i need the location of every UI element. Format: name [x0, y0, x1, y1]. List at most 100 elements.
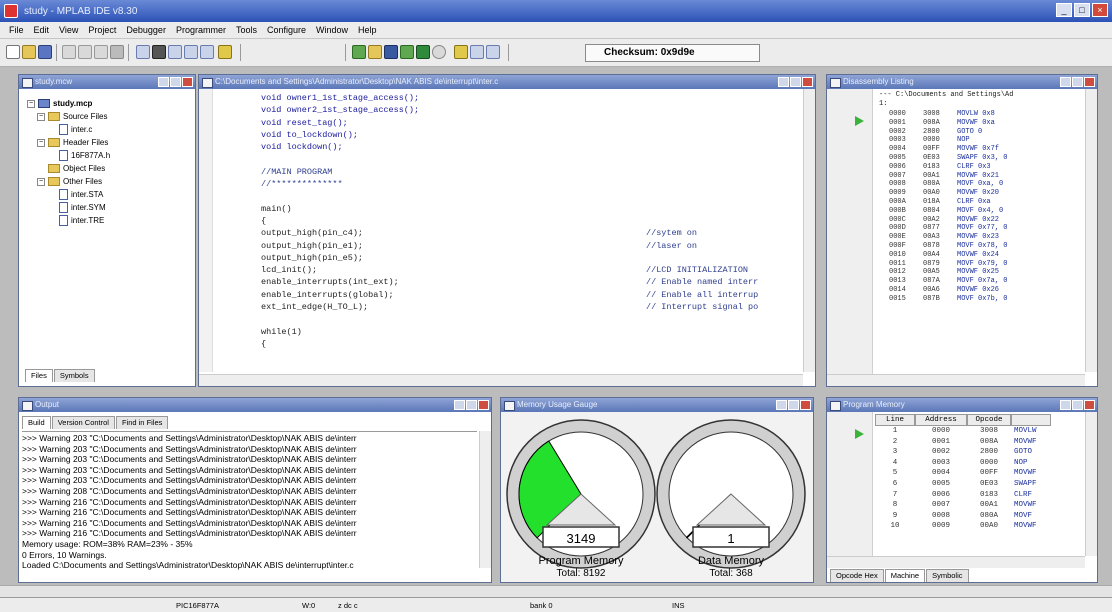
table-row[interactable]: 1 0000 3008 MOVLW	[875, 427, 1051, 438]
close-icon[interactable]	[802, 77, 813, 87]
tab-find-in-files[interactable]: Find in Files	[115, 416, 169, 429]
menu-view[interactable]: View	[54, 25, 83, 35]
find-next-icon[interactable]	[168, 45, 182, 59]
table-row[interactable]: 5 0004 00FF MOVWF	[875, 469, 1051, 480]
column-header[interactable]: Address	[915, 414, 967, 426]
program-memory-vscrollbar[interactable]	[1085, 412, 1097, 556]
disassembly-row[interactable]: 0003 0000 NOP	[889, 136, 1089, 145]
make-icon[interactable]	[368, 45, 382, 59]
paste-icon[interactable]	[94, 45, 108, 59]
disassembly-row[interactable]: 0015 087B MOVF 0x7b, 0	[889, 295, 1089, 304]
minimize-icon[interactable]	[1060, 400, 1071, 410]
table-row[interactable]: 9 0008 080A MOVF	[875, 512, 1051, 523]
menu-window[interactable]: Window	[311, 25, 353, 35]
column-header[interactable]: Opcode	[967, 414, 1011, 426]
disassembly-row[interactable]: 000D 0877 MOVF 0x77, 0	[889, 224, 1089, 233]
restore-icon[interactable]	[790, 77, 801, 87]
restore-icon[interactable]	[1072, 77, 1083, 87]
bookmark-icon[interactable]	[184, 45, 198, 59]
menu-edit[interactable]: Edit	[29, 25, 55, 35]
disassembly-row[interactable]: 0007 00A1 MOVWF 0x21	[889, 172, 1089, 181]
menu-help[interactable]: Help	[353, 25, 382, 35]
tab-files[interactable]: Files	[25, 369, 53, 382]
tree-item-file[interactable]: inter.c	[27, 123, 110, 136]
maximize-button[interactable]: □	[1074, 3, 1090, 17]
disassembly-vscrollbar[interactable]	[1085, 89, 1097, 372]
tree-item-file[interactable]: 16F877A.h	[27, 149, 110, 162]
tree-item-source-files[interactable]: − Source Files	[27, 110, 110, 123]
tab-version-control[interactable]: Version Control	[51, 416, 115, 429]
disassembly-row[interactable]: 0012 00A5 MOVWF 0x25	[889, 268, 1089, 277]
close-button[interactable]: ×	[1092, 3, 1108, 17]
menu-project[interactable]: Project	[83, 25, 121, 35]
restore-icon[interactable]	[788, 400, 799, 410]
disassembly-row[interactable]: 0010 00A4 MOVWF 0x24	[889, 251, 1089, 260]
minimize-button[interactable]: _	[1056, 3, 1072, 17]
tree-item-file[interactable]: inter.TRE	[27, 214, 110, 227]
disassembly-row[interactable]: 0014 00A6 MOVWF 0x26	[889, 286, 1089, 295]
table-row[interactable]: 6 0005 0E03 SWAPF	[875, 480, 1051, 491]
project-icon[interactable]	[136, 45, 150, 59]
restore-icon[interactable]	[466, 400, 477, 410]
disassembly-row[interactable]: 0009 00A0 MOVWF 0x20	[889, 189, 1089, 198]
disassembly-hscrollbar[interactable]	[827, 374, 1085, 386]
save-icon[interactable]	[38, 45, 52, 59]
program-icon[interactable]	[400, 45, 414, 59]
disassembly-row[interactable]: 000E 00A3 MOVWF 0x23	[889, 233, 1089, 242]
minimize-icon[interactable]	[778, 77, 789, 87]
code-area[interactable]: void owner1_1st_stage_access(); void owne…	[261, 93, 801, 351]
context-help-icon[interactable]	[454, 45, 468, 59]
run-icon[interactable]	[416, 45, 430, 59]
tab-symbolic[interactable]: Symbolic	[926, 569, 969, 582]
help-icon[interactable]	[218, 45, 232, 59]
minimize-icon[interactable]	[158, 77, 169, 87]
program-memory-hscrollbar[interactable]	[827, 556, 1085, 568]
disassembly-row[interactable]: 0004 00FF MOVWF 0x7f	[889, 145, 1089, 154]
print-icon[interactable]	[110, 45, 124, 59]
close-icon[interactable]	[1084, 77, 1095, 87]
build-icon[interactable]	[352, 45, 366, 59]
disassembly-row[interactable]: 0005 0E03 SWAPF 0x3, 0	[889, 154, 1089, 163]
disassembly-row[interactable]: 000B 0804 MOVF 0x4, 0	[889, 207, 1089, 216]
tree-item-file[interactable]: inter.SYM	[27, 201, 110, 214]
table-row[interactable]: 7 0006 0183 CLRF	[875, 491, 1051, 502]
tree-item-header-files[interactable]: − Header Files	[27, 136, 110, 149]
table-row[interactable]: 2 0001 008A MOVWF	[875, 438, 1051, 449]
tree-item-object-files[interactable]: Object Files	[27, 162, 110, 175]
settings-icon[interactable]	[432, 45, 446, 59]
menu-debugger[interactable]: Debugger	[121, 25, 171, 35]
open-folder-icon[interactable]	[22, 45, 36, 59]
disassembly-row[interactable]: 0008 080A MOVF 0xa, 0	[889, 180, 1089, 189]
cut-icon[interactable]	[62, 45, 76, 59]
workspace-hscrollbar[interactable]	[0, 585, 1112, 597]
column-header[interactable]: Line	[875, 414, 915, 426]
disassembly-row[interactable]: 0006 0183 CLRF 0x3	[889, 163, 1089, 172]
tree-item-other-files[interactable]: − Other Files	[27, 175, 110, 188]
tab-machine[interactable]: Machine	[884, 569, 926, 582]
disassembly-row[interactable]: 000C 00A2 MOVWF 0x22	[889, 216, 1089, 225]
minimize-icon[interactable]	[1060, 77, 1071, 87]
minimize-icon[interactable]	[776, 400, 787, 410]
table-row[interactable]: 4 0003 0000 NOP	[875, 459, 1051, 470]
menu-file[interactable]: File	[4, 25, 29, 35]
menu-programmer[interactable]: Programmer	[171, 25, 231, 35]
editor-hscrollbar[interactable]	[199, 374, 803, 386]
new-file-icon[interactable]	[6, 45, 20, 59]
disassembly-row[interactable]: 0000 3008 MOVLW 0x8	[889, 110, 1089, 119]
table-row[interactable]: 8 0007 00A1 MOVWF	[875, 501, 1051, 512]
table-row[interactable]: 10 0009 00A0 MOVWF	[875, 522, 1051, 533]
find-icon[interactable]	[152, 45, 166, 59]
close-icon[interactable]	[1084, 400, 1095, 410]
column-header[interactable]	[1011, 414, 1051, 426]
bookmark-next-icon[interactable]	[200, 45, 214, 59]
menu-configure[interactable]: Configure	[262, 25, 311, 35]
copy-icon[interactable]	[78, 45, 92, 59]
minimize-icon[interactable]	[454, 400, 465, 410]
disassembly-row[interactable]: 0001 008A MOVWF 0xa	[889, 119, 1089, 128]
tree-item-file[interactable]: inter.STA	[27, 188, 110, 201]
build-all-icon[interactable]	[384, 45, 398, 59]
restore-icon[interactable]	[1072, 400, 1083, 410]
output-vscrollbar[interactable]	[479, 431, 491, 568]
disassembly-row[interactable]: 0011 0879 MOVF 0x79, 0	[889, 260, 1089, 269]
tab-opcode-hex[interactable]: Opcode Hex	[830, 569, 884, 582]
